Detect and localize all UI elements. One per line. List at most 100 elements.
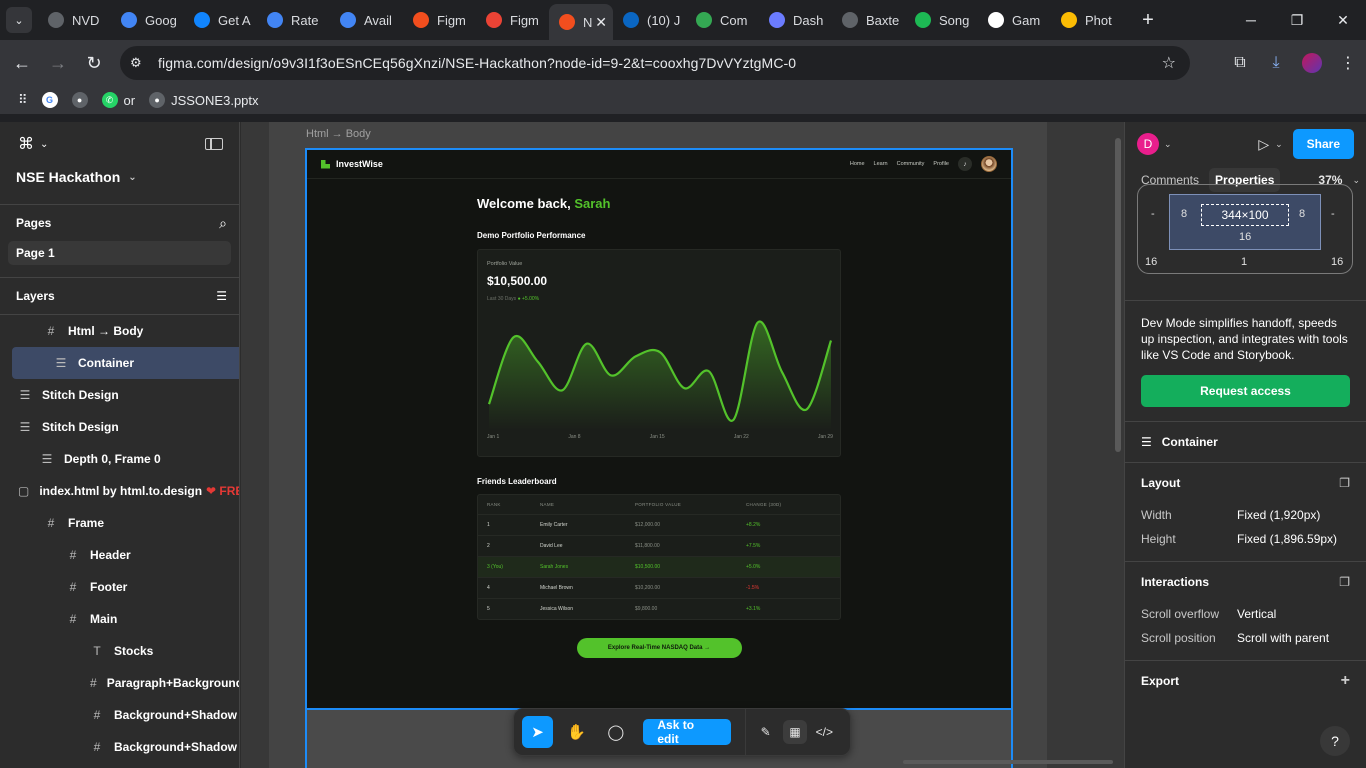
add-export-icon[interactable]: + (1341, 672, 1350, 690)
reload-icon[interactable]: ↻ (76, 53, 112, 74)
layer-icon: ▢ (18, 484, 30, 498)
bookmark-jssone3[interactable]: ● JSSONE3.pptx (149, 92, 259, 108)
forward-icon[interactable]: → (40, 53, 76, 74)
downloads-icon[interactable]: ⤓ (1266, 54, 1286, 72)
layer-item[interactable]: # Header (0, 539, 239, 571)
frame-label[interactable]: Html → Body (306, 128, 371, 140)
layer-item[interactable]: # Footer (0, 571, 239, 603)
share-button[interactable]: Share (1292, 129, 1354, 159)
site-info-icon[interactable]: ⚙ (130, 55, 154, 71)
help-button[interactable]: ? (1320, 726, 1350, 756)
minimize-icon[interactable]: ─ (1228, 0, 1274, 40)
tab-search-button[interactable]: ⌄ (6, 7, 32, 33)
height-key: Height (1141, 532, 1176, 546)
explore-nasdaq-button[interactable]: Explore Real-Time NASDAQ Data → (576, 638, 742, 658)
browser-tab[interactable]: Gam (978, 4, 1051, 36)
sidebar-toggle-icon[interactable] (205, 138, 223, 150)
close-tab-icon[interactable]: ✕ (595, 14, 607, 31)
present-icon[interactable]: ▷ (1258, 136, 1269, 153)
chevron-down-icon[interactable]: ⌄ (1275, 139, 1283, 150)
user-avatar[interactable]: D (1137, 133, 1159, 155)
gemini-icon (121, 12, 137, 28)
browser-tab[interactable]: Rate (257, 4, 330, 36)
extensions-icon[interactable]: ⧉ (1230, 54, 1250, 72)
request-access-button[interactable]: Request access (1141, 375, 1350, 407)
hand-tool-icon[interactable]: ✋ (561, 716, 592, 748)
tab-title: N (583, 14, 593, 30)
selected-frame[interactable]: InvestWise Home Learn Community Profile … (305, 148, 1013, 710)
file-name[interactable]: NSE Hackathon ⌄ (0, 166, 239, 188)
bookmark-star-icon[interactable]: ☆ (1162, 53, 1176, 73)
bell-icon[interactable]: ♪ (958, 157, 972, 171)
layer-item[interactable]: ☰ Container (12, 347, 239, 379)
nav-home[interactable]: Home (850, 161, 865, 167)
x-tick-label: Jan 15 (649, 434, 665, 440)
layer-item[interactable]: # Paragraph+Background+ (0, 667, 239, 699)
copy-icon[interactable]: ❐ (1339, 476, 1350, 490)
layer-item[interactable]: ☰ Stitch Design (0, 411, 239, 443)
layer-item[interactable]: T Stocks (0, 635, 239, 667)
horizontal-scrollbar[interactable] (903, 760, 1113, 764)
layer-item[interactable]: # Frame (0, 507, 239, 539)
gmail-icon (486, 12, 502, 28)
apps-icon[interactable]: ⠿ (18, 92, 28, 108)
canvas[interactable]: Html → Body InvestWise Home Learn Commun… (241, 122, 1124, 768)
browser-tab[interactable]: Get A (184, 4, 257, 36)
browser-tab[interactable]: Figm (403, 4, 476, 36)
browser-tab[interactable]: Phot (1051, 4, 1124, 36)
bookmark-google[interactable]: G (41, 92, 58, 108)
vertical-scrollbar[interactable] (1115, 138, 1121, 452)
browser-tab[interactable]: Com (686, 4, 759, 36)
new-tab-button[interactable]: + (1134, 9, 1162, 32)
comment-tool-icon[interactable]: ◯ (600, 716, 631, 748)
profile-avatar[interactable] (1302, 53, 1322, 73)
browser-tab[interactable]: Song (905, 4, 978, 36)
close-window-icon[interactable]: ✕ (1320, 0, 1366, 40)
collapse-layers-icon[interactable]: ☰ (216, 289, 227, 303)
chevron-down-icon[interactable]: ⌄ (1352, 175, 1360, 186)
x-axis-ticks: Jan 1 Jan 8 Jan 15 Jan 22 Jan 29 (487, 434, 833, 440)
page-item[interactable]: Page 1 (8, 241, 231, 265)
nav-learn[interactable]: Learn (874, 161, 888, 167)
browser-tab[interactable]: Dash (759, 4, 832, 36)
dev-inspect-icon[interactable]: ▦ (783, 720, 807, 744)
code-icon[interactable]: </> (813, 720, 836, 744)
layer-item[interactable]: ☰ Depth 0, Frame 0 (0, 443, 239, 475)
nav-profile[interactable]: Profile (933, 161, 949, 167)
browser-tab[interactable]: N ✕ (549, 4, 613, 40)
move-tool-icon[interactable]: ➤ (522, 716, 554, 748)
copy-icon[interactable]: ❐ (1339, 575, 1350, 589)
layer-name: Html → Body (68, 324, 144, 338)
user-avatar[interactable] (981, 156, 997, 172)
layer-item[interactable]: ▢ index.html by html.to.design❤ FREE (0, 475, 239, 507)
search-icon[interactable]: ⌕ (219, 215, 227, 232)
layer-item[interactable]: # Background+Shadow (0, 699, 239, 731)
browser-tab[interactable]: Baxte (832, 4, 905, 36)
browser-tab[interactable]: Avail (330, 4, 403, 36)
ask-to-edit-button[interactable]: Ask to edit (643, 718, 732, 746)
browser-tab[interactable]: Figm (476, 4, 549, 36)
tab-title: Figm (510, 12, 539, 28)
box-padding-bottom: 16 (1239, 231, 1252, 243)
draw-tool-icon[interactable]: ✎ (754, 720, 777, 744)
layer-item[interactable]: ☰ Stitch Design (0, 379, 239, 411)
figma-menu[interactable]: ⌘ ⌄ (18, 134, 48, 154)
back-icon[interactable]: ← (4, 53, 40, 74)
leaderboard-title: Friends Leaderboard (477, 477, 557, 486)
box-dash-left: - (1151, 208, 1155, 220)
restore-icon[interactable]: ❐ (1274, 0, 1320, 40)
chevron-down-icon[interactable]: ⌄ (1164, 139, 1172, 150)
nav-community[interactable]: Community (897, 161, 925, 167)
layer-item[interactable]: # Background+Shadow (0, 731, 239, 763)
browser-tab[interactable]: NVD (38, 4, 111, 36)
browser-tab[interactable]: (10) J (613, 4, 686, 36)
browser-tab[interactable]: Goog (111, 4, 184, 36)
bookmark-whatsapp[interactable]: ✆ or (101, 92, 135, 108)
layer-item[interactable]: # Main (0, 603, 239, 635)
layout-section: Layout ❐ Width Fixed (1,920px) Height Fixed… (1125, 463, 1366, 551)
address-bar[interactable]: ⚙ figma.com/design/o9v3I1f3oESnCEq56gXnz… (120, 46, 1190, 80)
menu-icon[interactable]: ⋮ (1338, 53, 1358, 73)
box-margin-right: 16 (1331, 256, 1344, 268)
bookmark-globe[interactable]: ● (71, 92, 88, 108)
layer-item[interactable]: # Html → Body (0, 315, 239, 347)
